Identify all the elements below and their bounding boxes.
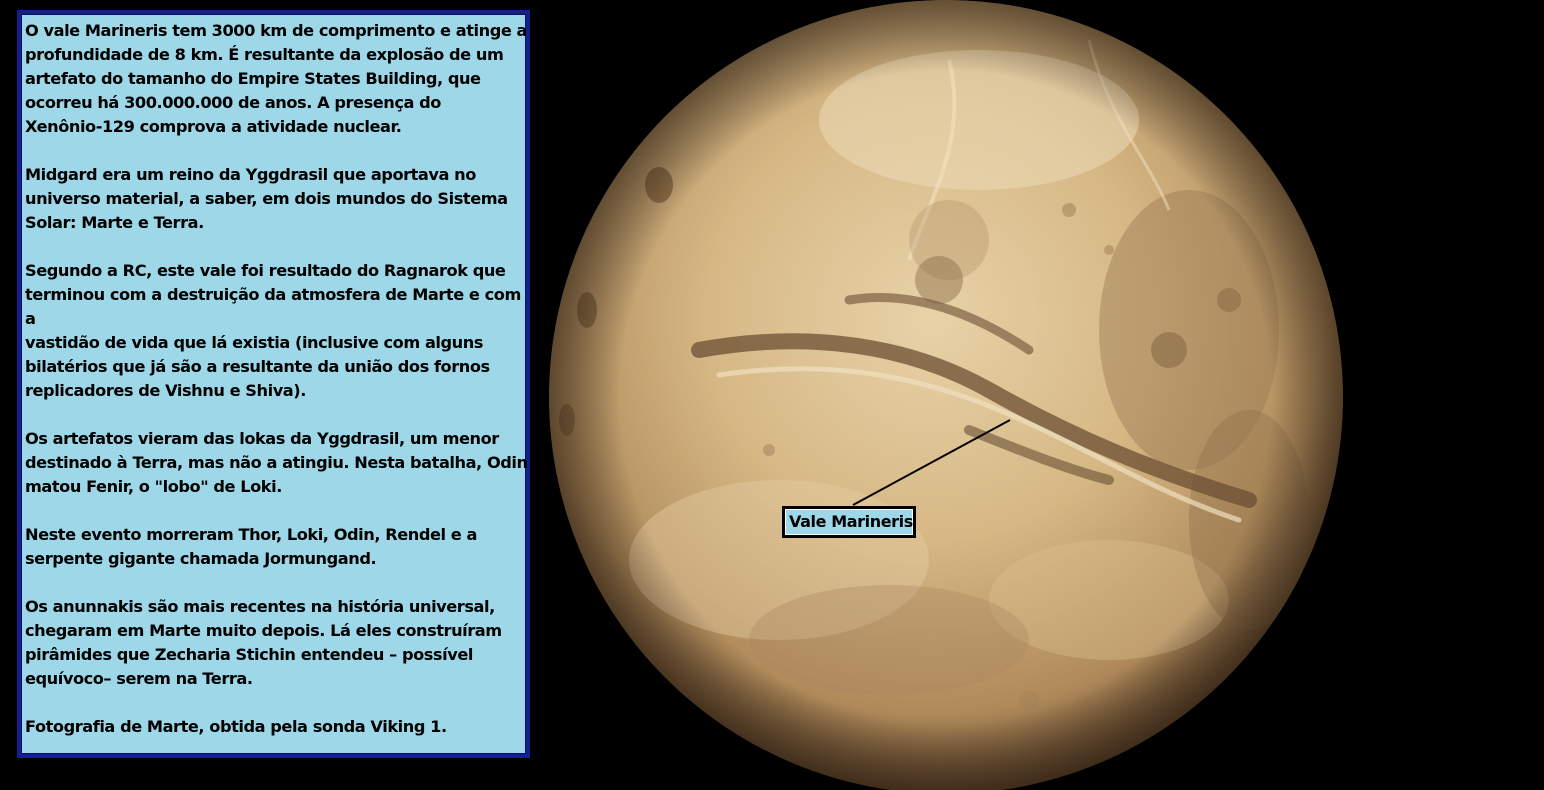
vale-marineris-label-box: Vale Marineris (782, 506, 916, 538)
vale-marineris-label: Vale Marineris (789, 512, 913, 531)
label-pointer-line (852, 419, 1011, 506)
